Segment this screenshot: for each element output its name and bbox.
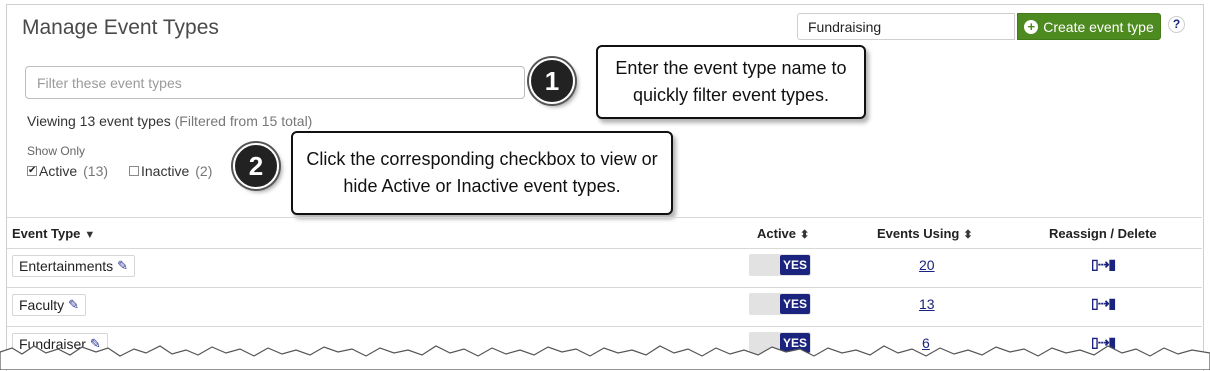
event-type-name-cell[interactable]: Entertainments ✎ [12,255,136,277]
row-divider [7,326,1202,327]
active-filter-checkbox[interactable]: ✔ Active (13) [27,163,108,179]
page-title: Manage Event Types [22,16,219,39]
callout-badge-1: 1 [529,58,575,104]
create-event-type-button[interactable]: + Create event type [1017,13,1161,40]
viewing-summary: Viewing 13 event types (Filtered from 15… [27,113,312,129]
column-header-active[interactable]: Active ⬍ [757,226,809,241]
active-filter-label: Active [39,163,78,179]
reassign-delete-icon[interactable]: ▯⇢▮ [1091,256,1116,273]
events-using-link[interactable]: 20 [919,257,935,273]
callout-checkbox-tip: Click the corresponding checkbox to view… [291,131,673,215]
table-header-divider [7,248,1202,249]
show-only-label: Show Only [27,144,86,158]
active-filter-count: (13) [83,163,109,179]
event-type-name-cell[interactable]: Faculty ✎ [12,294,87,316]
event-type-name: Entertainments [19,258,114,274]
create-event-type-label: Create event type [1043,18,1154,35]
torn-edge-decoration [0,345,1210,370]
column-header-reassign-delete: Reassign / Delete [1049,226,1157,241]
callout-filter-tip: Enter the event type name to quickly fil… [596,45,866,119]
inactive-filter-count: (2) [195,163,213,179]
active-toggle[interactable]: YES [749,293,811,315]
table-top-divider [7,217,1202,218]
sort-icon: ⬍ [963,229,973,241]
row-divider [7,287,1202,288]
checkbox-checked-icon[interactable]: ✔ [27,166,37,176]
caret-down-icon: ▼ [84,229,96,241]
column-header-event-type[interactable]: Event Type ▼ [12,226,95,241]
plus-circle-icon: + [1024,19,1039,34]
event-type-name: Faculty [19,297,65,313]
pencil-icon[interactable]: ✎ [68,297,79,313]
help-icon[interactable]: ? [1168,16,1185,33]
active-toggle[interactable]: YES [749,254,811,276]
callout-badge-2: 2 [233,143,279,189]
pencil-icon[interactable]: ✎ [117,258,128,274]
filtered-total: (Filtered from 15 total) [174,113,313,129]
sort-icon: ⬍ [800,229,810,241]
active-toggle-label: YES [780,294,810,314]
viewing-count: Viewing 13 event types [27,113,171,129]
column-header-events-using[interactable]: Events Using ⬍ [877,226,973,241]
events-using-link[interactable]: 13 [919,296,935,312]
filter-event-types-input[interactable] [25,66,525,99]
event-type-name-input[interactable] [797,13,1015,40]
active-toggle-label: YES [780,255,810,275]
reassign-delete-icon[interactable]: ▯⇢▮ [1091,295,1116,312]
checkbox-unchecked-icon[interactable] [129,166,139,176]
inactive-filter-checkbox[interactable]: Inactive (2) [129,163,212,179]
inactive-filter-label: Inactive [141,163,190,179]
